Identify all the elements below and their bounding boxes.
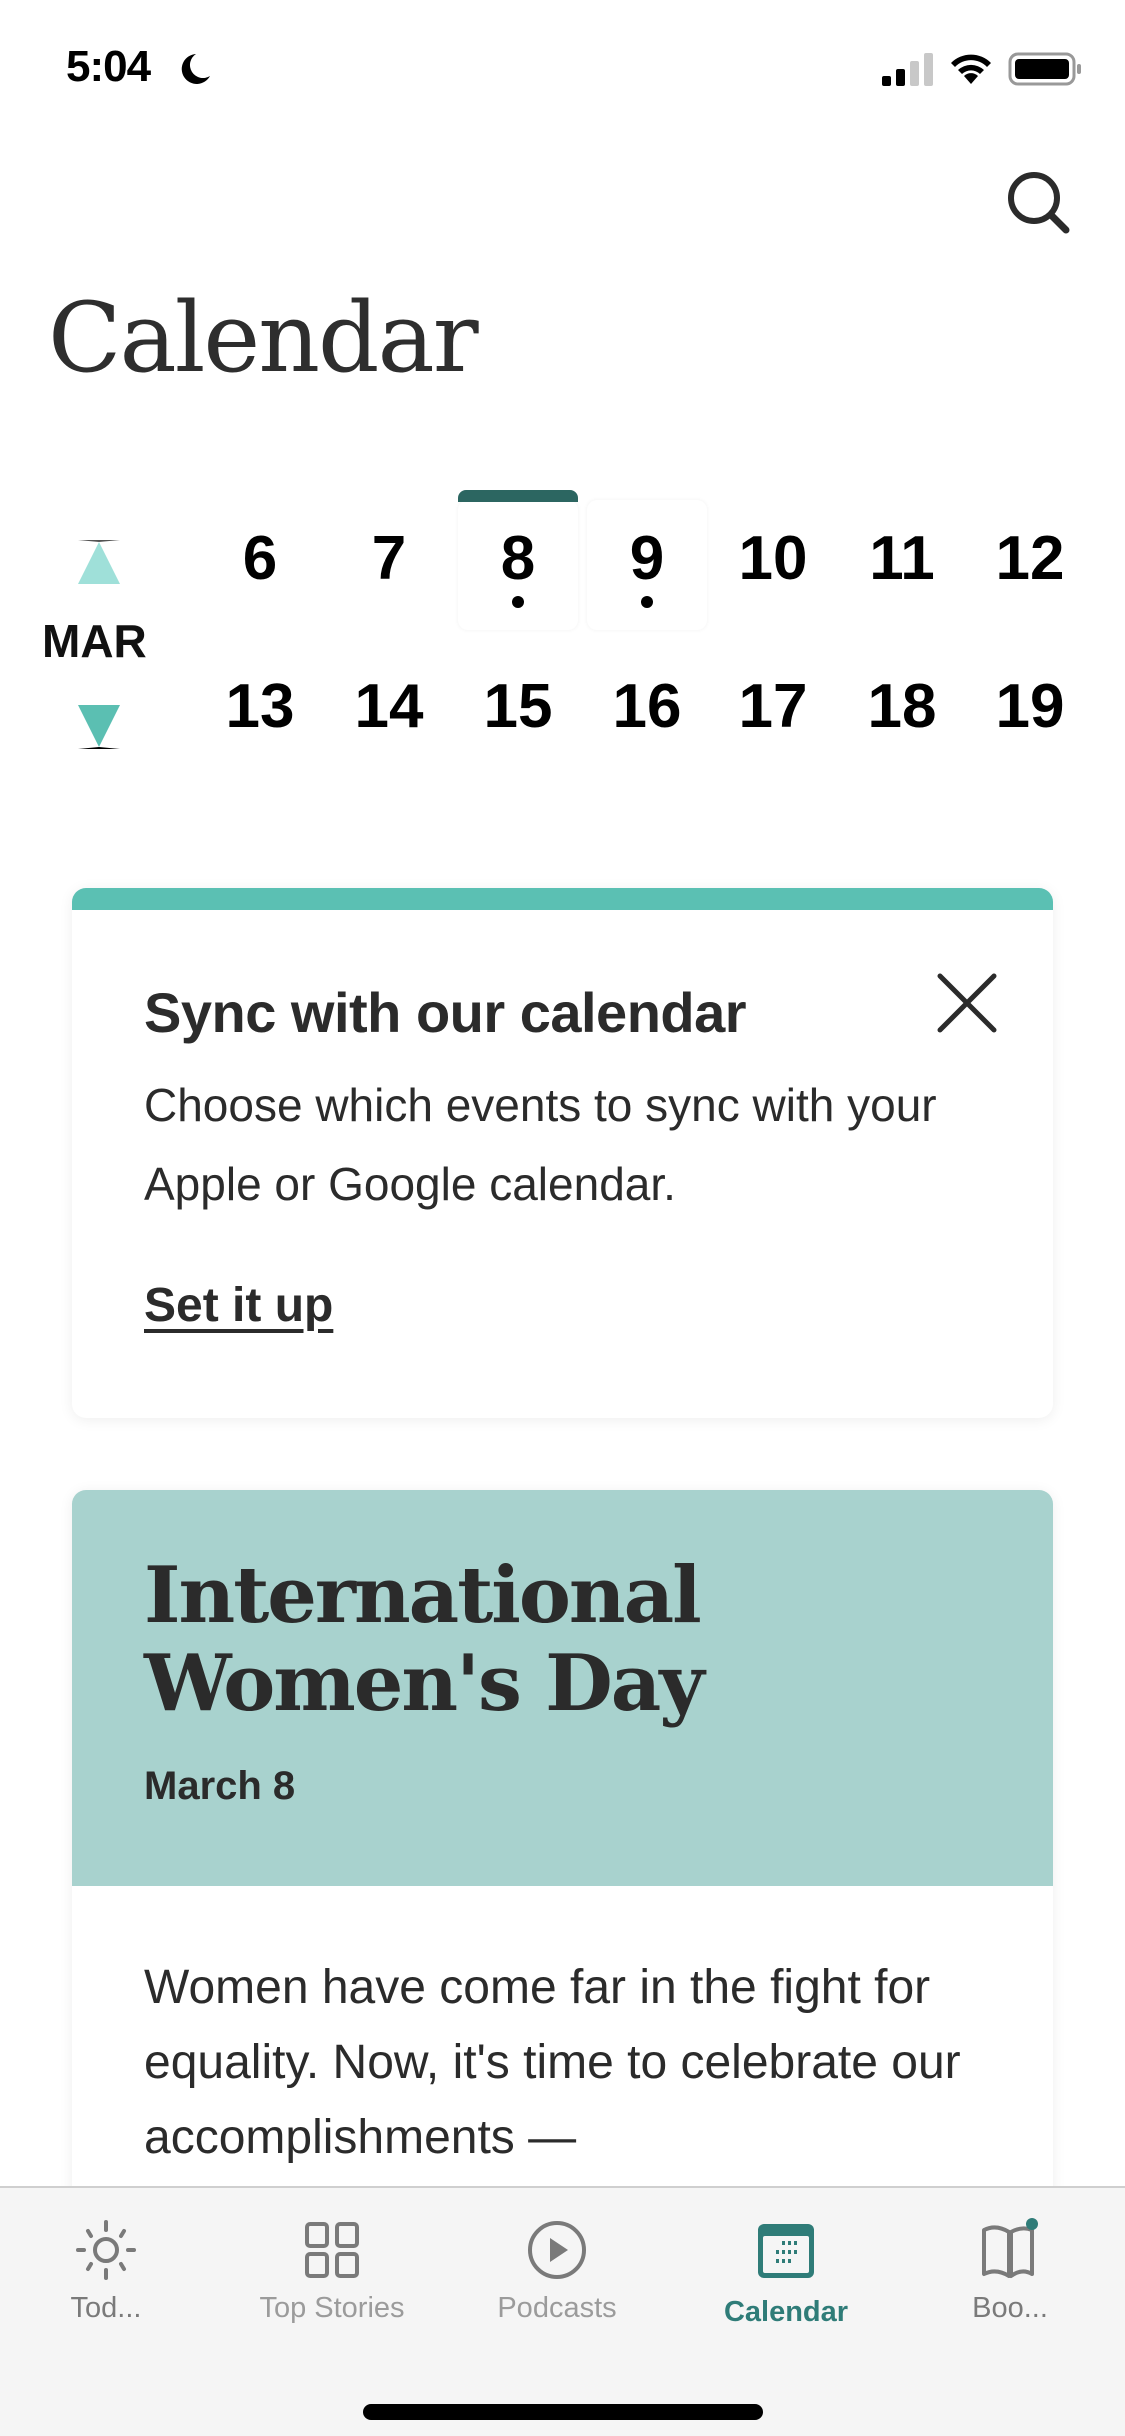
- close-button[interactable]: [932, 968, 1002, 1038]
- day-cell[interactable]: 15: [458, 648, 578, 778]
- tab-label: Boo...: [972, 2292, 1048, 2324]
- tab-bar: Tod... Top Stories Podcasts Calendar Boo…: [0, 2186, 1125, 2436]
- day-number: 8: [500, 524, 536, 593]
- close-icon: [937, 973, 997, 1033]
- page-title: Calendar: [48, 282, 479, 394]
- day-number: 16: [612, 672, 682, 741]
- sun-icon: [76, 2220, 136, 2280]
- day-cell[interactable]: 11: [842, 500, 962, 630]
- day-number: 19: [995, 672, 1065, 741]
- day-cell[interactable]: 17: [713, 648, 833, 778]
- status-bar: 5:04: [0, 0, 1125, 140]
- moon-icon: [181, 54, 210, 84]
- triangle-up-icon[interactable]: [78, 540, 120, 584]
- tab-top-stories[interactable]: Top Stories: [232, 2188, 432, 2348]
- tab-podcasts[interactable]: Podcasts: [457, 2188, 657, 2348]
- month-label: MAR: [42, 615, 147, 667]
- day-number: 14: [354, 672, 424, 741]
- wifi-icon: [951, 54, 991, 84]
- status-time: 5:04: [66, 42, 151, 91]
- event-title: International Women's Day: [144, 1550, 705, 1729]
- tab-label: Podcasts: [497, 2292, 617, 2324]
- book-icon: [982, 2218, 1038, 2278]
- day-number: 10: [738, 524, 808, 593]
- event-description: Women have come far in the fight for equ…: [144, 1961, 961, 2164]
- play-circle-icon: [528, 2221, 586, 2279]
- day-number: 11: [869, 524, 935, 593]
- day-number: 12: [995, 524, 1065, 593]
- day-cell[interactable]: 14: [329, 648, 449, 778]
- day-cell[interactable]: 7: [329, 500, 449, 630]
- day-cell[interactable]: 16: [587, 648, 707, 778]
- event-card[interactable]: International Women's Day March 8 Women …: [72, 1490, 1053, 2290]
- battery-icon: [1008, 52, 1081, 86]
- day-cell-selected[interactable]: 8: [458, 490, 578, 630]
- day-number: 6: [242, 524, 278, 593]
- tab-label: Calendar: [723, 2296, 849, 2328]
- tab-label: Top Stories: [259, 2292, 405, 2324]
- search-button[interactable]: [1000, 164, 1076, 240]
- event-date: March 8: [144, 1764, 296, 1808]
- day-number: 13: [225, 672, 295, 741]
- event-dot-icon: [512, 596, 524, 608]
- grid-icon: [305, 2222, 359, 2278]
- sync-card-description: Choose which events to sync with your Ap…: [144, 1079, 937, 1210]
- cellular-signal-icon: [882, 53, 933, 86]
- search-icon: [1008, 172, 1070, 234]
- day-number: 9: [629, 524, 665, 593]
- tab-books[interactable]: Boo...: [910, 2188, 1110, 2348]
- calendar-icon: [758, 2224, 814, 2278]
- day-number: 18: [867, 672, 937, 741]
- event-dot-icon: [641, 596, 653, 608]
- notification-badge-icon: [1026, 2218, 1038, 2230]
- sync-card-title: Sync with our calendar: [144, 981, 747, 1044]
- tab-label: Tod...: [70, 2292, 142, 2324]
- sync-calendar-card: Sync with our calendar Choose which even…: [72, 888, 1053, 1418]
- tab-calendar[interactable]: Calendar: [686, 2188, 886, 2348]
- day-cell[interactable]: 19: [970, 648, 1090, 778]
- day-cell[interactable]: 12: [970, 500, 1090, 630]
- day-cell[interactable]: 10: [713, 500, 833, 630]
- day-cell[interactable]: 6: [200, 500, 320, 630]
- tab-today[interactable]: Tod...: [6, 2188, 206, 2348]
- day-cell[interactable]: 9: [587, 500, 707, 630]
- day-cell[interactable]: 13: [200, 648, 320, 778]
- day-cell[interactable]: 18: [842, 648, 962, 778]
- home-indicator: [363, 2404, 763, 2420]
- card-accent-bar: [72, 888, 1053, 910]
- set-it-up-link[interactable]: Set it up: [144, 1278, 333, 1333]
- event-card-header: International Women's Day March 8: [72, 1490, 1053, 1886]
- triangle-down-icon[interactable]: [78, 705, 120, 749]
- day-number: 15: [483, 672, 553, 741]
- day-number: 7: [371, 524, 407, 593]
- day-number: 17: [738, 672, 808, 741]
- month-navigator: MAR: [30, 530, 170, 760]
